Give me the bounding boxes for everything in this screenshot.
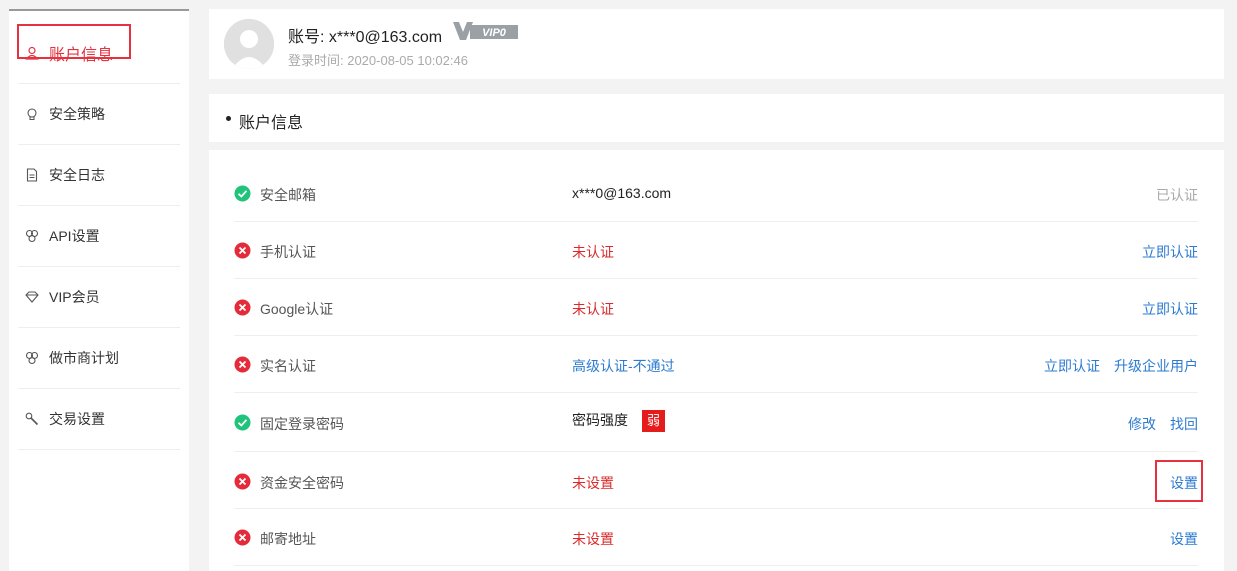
verify-now-link[interactable]: 立即认证 [1044, 356, 1100, 376]
sidebar-item-api-settings[interactable]: API设置 [18, 206, 180, 267]
row-value: 未设置 [572, 531, 614, 547]
error-circle-icon [234, 242, 251, 259]
row-value[interactable]: 高级认证-不通过 [572, 356, 675, 376]
row-value: x***0@163.com [572, 185, 672, 201]
set-link[interactable]: 设置 [1170, 529, 1198, 549]
verify-now-link[interactable]: 立即认证 [1142, 299, 1198, 319]
strength-label: 密码强度 [572, 412, 628, 428]
check-circle-icon [234, 414, 251, 431]
strength-badge: 弱 [642, 410, 665, 433]
upgrade-enterprise-link[interactable]: 升级企业用户 [1114, 356, 1198, 376]
sidebar-item-label: 安全策略 [49, 106, 105, 122]
list-item-realname-verify: 实名认证 高级认证-不通过 立即认证 升级企业用户 [234, 336, 1198, 393]
document-icon [24, 167, 40, 183]
account-header: 账号: x***0@163.com VIP0 登录时间: 2020-08-05 … [209, 9, 1224, 79]
row-label: 实名认证 [260, 358, 316, 374]
list-item-phone-verify: 手机认证 未认证 立即认证 [234, 222, 1198, 279]
section-title: 账户信息 [239, 115, 304, 132]
sidebar-item-vip-member[interactable]: VIP会员 [18, 267, 180, 328]
verify-now-link[interactable]: 立即认证 [1142, 242, 1198, 262]
row-actions: 已认证 [1156, 185, 1198, 205]
list-item-security-email: 安全邮箱 x***0@163.com 已认证 [234, 165, 1198, 222]
diamond-icon [24, 289, 40, 305]
error-circle-icon [234, 299, 251, 316]
highlight-box-account-info [17, 24, 131, 59]
avatar[interactable] [224, 19, 274, 69]
modify-link[interactable]: 修改 [1128, 414, 1156, 434]
list-item-mailing-address: 邮寄地址 未设置 设置 [234, 509, 1198, 566]
sidebar-item-label: 交易设置 [49, 411, 105, 427]
row-actions: 立即认证 升级企业用户 [1044, 356, 1198, 376]
row-label: 固定登录密码 [260, 416, 344, 432]
api-icon [24, 228, 40, 244]
recover-link[interactable]: 找回 [1170, 414, 1198, 434]
row-label: Google认证 [260, 301, 334, 317]
sidebar-item-security-log[interactable]: 安全日志 [18, 145, 180, 206]
vip-badge: VIP0 [453, 20, 519, 42]
row-actions: 立即认证 [1142, 299, 1198, 319]
sidebar-item-label: VIP会员 [49, 289, 100, 305]
wrench-icon [24, 411, 40, 427]
row-actions: 修改 找回 [1128, 414, 1198, 434]
lightbulb-icon [24, 106, 40, 122]
login-time: 登录时间: 2020-08-05 10:02:46 [288, 53, 468, 68]
list-item-google-verify: Google认证 未认证 立即认证 [234, 279, 1198, 336]
row-label: 安全邮箱 [260, 187, 316, 203]
sidebar-item-security-policy[interactable]: 安全策略 [18, 84, 180, 145]
bullet-dot [226, 116, 231, 121]
vip-crown-icon: VIP0 [453, 22, 518, 40]
verified-status: 已认证 [1156, 187, 1198, 203]
sidebar-item-label: 做市商计划 [49, 350, 119, 366]
error-circle-icon [234, 529, 251, 546]
vip-level-text: VIP0 [482, 27, 507, 39]
account-security-list: 安全邮箱 x***0@163.com 已认证 手机认证 未认证 立即认证 Goo… [209, 150, 1224, 571]
highlight-box-fund-password-set [1155, 460, 1203, 502]
list-item-fund-password: 资金安全密码 未设置 设置 [234, 452, 1198, 509]
list-item-login-password: 固定登录密码 密码强度弱 修改 找回 [234, 393, 1198, 452]
check-circle-icon [234, 185, 251, 202]
error-circle-icon [234, 473, 251, 490]
section-header: 账户信息 [209, 94, 1224, 142]
sidebar: 账户信息 安全策略 安全日志 API设置 VIP会员 做市商计划 交易设置 [9, 9, 189, 571]
row-label: 手机认证 [260, 244, 316, 260]
row-value: 未认证 [572, 244, 614, 260]
sidebar-item-trade-settings[interactable]: 交易设置 [18, 389, 180, 450]
row-value: 未认证 [572, 301, 614, 317]
row-label: 资金安全密码 [260, 475, 344, 491]
password-strength: 密码强度弱 [572, 410, 665, 433]
sidebar-item-label: API设置 [49, 228, 100, 244]
market-maker-icon [24, 350, 40, 366]
row-label: 邮寄地址 [260, 531, 316, 547]
error-circle-icon [234, 356, 251, 373]
sidebar-item-market-maker[interactable]: 做市商计划 [18, 328, 180, 389]
row-actions: 设置 [1170, 529, 1198, 549]
row-actions: 立即认证 [1142, 242, 1198, 262]
sidebar-item-label: 安全日志 [49, 167, 105, 183]
row-value: 未设置 [572, 475, 614, 491]
account-name: 账号: x***0@163.com [288, 29, 443, 46]
